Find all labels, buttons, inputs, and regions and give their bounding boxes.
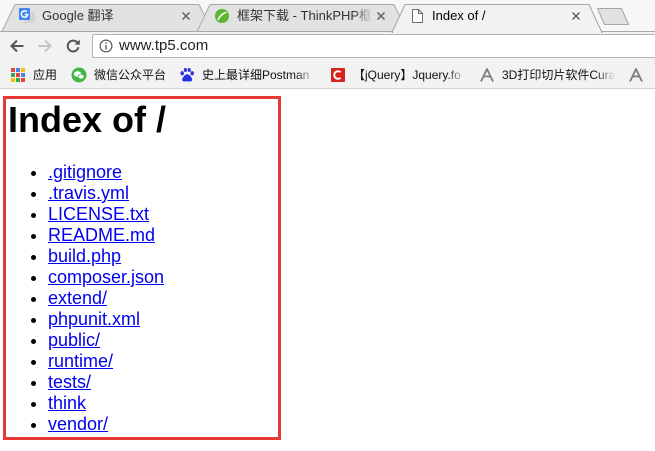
google-translate-icon bbox=[19, 8, 35, 24]
file-link[interactable]: build.php bbox=[48, 246, 121, 266]
tab-title: 框架下载 - ThinkPHP框 bbox=[237, 8, 373, 23]
folder-link[interactable]: runtime/ bbox=[48, 351, 113, 371]
new-tab-button[interactable] bbox=[596, 7, 630, 26]
bookmark-label: 史上最详细Postman bbox=[202, 68, 310, 82]
page-title: Index of / bbox=[8, 99, 167, 140]
apps-grid-icon bbox=[10, 67, 26, 83]
reload-button[interactable] bbox=[63, 36, 83, 56]
bookmark-label: 【jQuery】Jquery.fo bbox=[353, 68, 461, 82]
list-item: phpunit.xml bbox=[48, 309, 164, 330]
file-link[interactable]: composer.json bbox=[48, 267, 164, 287]
active-tab-joint bbox=[393, 31, 601, 34]
file-list: .gitignore .travis.yml LICENSE.txt READM… bbox=[8, 162, 164, 435]
forward-arrow-icon bbox=[38, 39, 52, 53]
url-input[interactable] bbox=[119, 35, 539, 57]
file-link[interactable]: phpunit.xml bbox=[48, 309, 140, 329]
list-item: .travis.yml bbox=[48, 183, 164, 204]
baidu-paw-icon bbox=[179, 67, 195, 83]
a-logo-icon bbox=[479, 67, 495, 83]
file-link[interactable]: .gitignore bbox=[48, 162, 122, 182]
forward-button[interactable] bbox=[35, 36, 55, 56]
list-item: README.md bbox=[48, 225, 164, 246]
bookmark-label: 微信公众平台 bbox=[94, 68, 167, 82]
list-item: LICENSE.txt bbox=[48, 204, 164, 225]
list-item: .gitignore bbox=[48, 162, 164, 183]
folder-link[interactable]: vendor/ bbox=[48, 414, 108, 434]
list-item: extend/ bbox=[48, 288, 164, 309]
info-icon[interactable] bbox=[99, 39, 113, 53]
list-item: runtime/ bbox=[48, 351, 164, 372]
list-item: public/ bbox=[48, 330, 164, 351]
file-link[interactable]: .travis.yml bbox=[48, 183, 129, 203]
bookmark-more[interactable] bbox=[628, 65, 655, 85]
tab-google-translate[interactable]: Google 翻译 bbox=[2, 3, 212, 29]
new-tab-icon bbox=[597, 8, 629, 25]
address-bar[interactable] bbox=[92, 34, 655, 58]
list-item: think bbox=[48, 393, 164, 414]
list-item: vendor/ bbox=[48, 414, 164, 435]
bookmark-jquery[interactable]: 【jQuery】Jquery.fo bbox=[330, 65, 470, 85]
list-item: composer.json bbox=[48, 267, 164, 288]
folder-link[interactable]: public/ bbox=[48, 330, 100, 350]
close-icon[interactable] bbox=[376, 11, 386, 21]
tab-title: Index of / bbox=[432, 8, 486, 23]
bookmark-postman[interactable]: 史上最详细Postman bbox=[179, 65, 319, 85]
folder-link[interactable]: extend/ bbox=[48, 288, 107, 308]
tab-thinkphp-download[interactable]: 框架下载 - ThinkPHP框 bbox=[197, 3, 407, 29]
file-link[interactable]: think bbox=[48, 393, 86, 413]
a-logo-icon bbox=[628, 67, 644, 83]
close-icon[interactable] bbox=[571, 11, 581, 21]
wechat-icon bbox=[71, 67, 87, 83]
list-item: tests/ bbox=[48, 372, 164, 393]
tab-index-of[interactable]: Index of / bbox=[392, 3, 602, 29]
folder-link[interactable]: tests/ bbox=[48, 372, 91, 392]
file-link[interactable]: LICENSE.txt bbox=[48, 204, 149, 224]
bookmark-wechat[interactable]: 微信公众平台 bbox=[71, 65, 171, 85]
back-button[interactable] bbox=[7, 36, 27, 56]
back-arrow-icon bbox=[10, 39, 24, 53]
thinkphp-icon bbox=[214, 8, 230, 24]
red-c-logo-icon bbox=[330, 67, 346, 83]
bookmark-cura[interactable]: 3D打印切片软件Cura bbox=[479, 65, 619, 85]
close-icon[interactable] bbox=[181, 11, 191, 21]
bookmark-label: 3D打印切片软件Cura bbox=[502, 68, 616, 82]
page-content: Index of / .gitignore .travis.yml LICENS… bbox=[0, 89, 655, 451]
bookmark-apps[interactable]: 应用 bbox=[10, 65, 68, 85]
bookmark-label: 应用 bbox=[33, 68, 58, 82]
reload-icon bbox=[66, 39, 80, 53]
tab-title: Google 翻译 bbox=[42, 8, 114, 23]
file-link[interactable]: README.md bbox=[48, 225, 155, 245]
list-item: build.php bbox=[48, 246, 164, 267]
browser-toolbar: 应用 微信公众平台 史上最详细Postman 【jQuery】Jquery.fo… bbox=[0, 32, 655, 89]
document-icon bbox=[409, 8, 425, 24]
